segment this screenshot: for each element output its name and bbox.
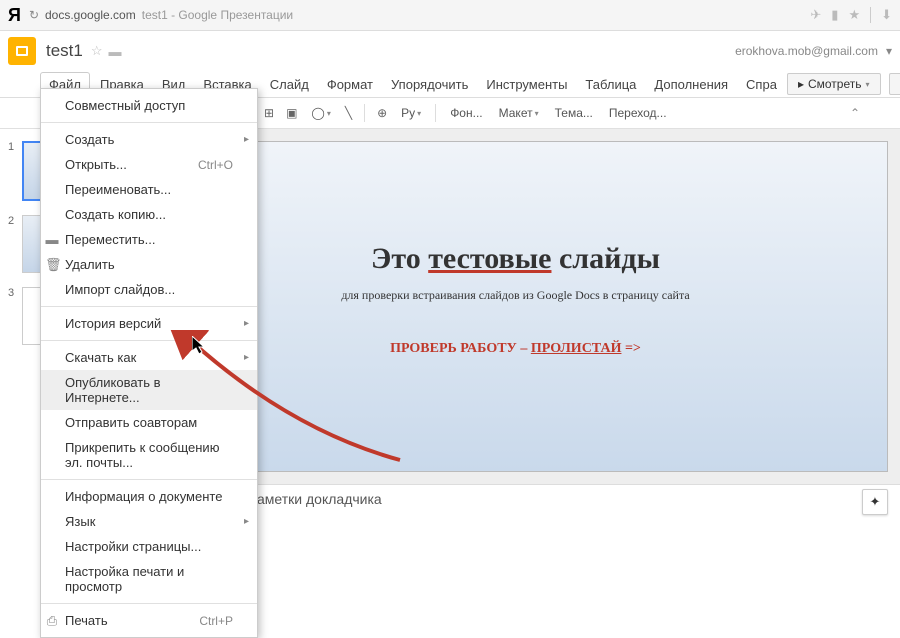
- layout-dropdown[interactable]: Макет▾: [493, 104, 545, 122]
- shape-dropdown[interactable]: ◯▾: [305, 104, 336, 122]
- dd-share[interactable]: Совместный доступ: [41, 93, 257, 118]
- url-title: test1 - Google Презентации: [142, 8, 293, 22]
- menu-arrange[interactable]: Упорядочить: [383, 73, 476, 96]
- app-header: test1 ☆ ▬ erokhova.mob@gmail.com ▾: [0, 31, 900, 71]
- trash-icon: 🗑: [45, 257, 59, 273]
- dd-rename[interactable]: Переименовать...: [41, 177, 257, 202]
- dd-open[interactable]: Открыть...Ctrl+O: [41, 152, 257, 177]
- dd-copy[interactable]: Создать копию...: [41, 202, 257, 227]
- present-button[interactable]: ▸Смотреть▾: [787, 73, 881, 95]
- dd-print[interactable]: ⎙ПечатьCtrl+P: [41, 608, 257, 633]
- user-email[interactable]: erokhova.mob@gmail.com: [735, 44, 878, 58]
- dd-history[interactable]: История версий▸: [41, 311, 257, 336]
- reload-icon[interactable]: ↻: [29, 8, 39, 22]
- dd-page-setup[interactable]: Настройки страницы...: [41, 534, 257, 559]
- menu-tools[interactable]: Инструменты: [478, 73, 575, 96]
- bookmark-star-icon[interactable]: ★: [848, 7, 860, 23]
- menu-table[interactable]: Таблица: [577, 73, 644, 96]
- dd-download[interactable]: Скачать как▸: [41, 345, 257, 370]
- browser-actions: ✈ ▮ ★ ⬇: [810, 7, 892, 23]
- print-icon: ⎙: [45, 613, 59, 629]
- lang-dropdown[interactable]: Ру▾: [395, 104, 427, 122]
- dd-move[interactable]: ▬Переместить...: [41, 227, 257, 252]
- menu-format[interactable]: Формат: [319, 73, 381, 96]
- slide-subtitle[interactable]: для проверки встраивания слайдов из Goog…: [341, 288, 689, 303]
- transition-dropdown[interactable]: Переход...: [603, 104, 673, 122]
- dd-doc-info[interactable]: Информация о документе: [41, 484, 257, 509]
- dd-send-collab[interactable]: Отправить соавторам: [41, 410, 257, 435]
- menu-addons[interactable]: Дополнения: [646, 73, 736, 96]
- slide-title[interactable]: Это тестовые слайды: [371, 242, 660, 276]
- dd-import[interactable]: Импорт слайдов...: [41, 277, 257, 302]
- url-domain: docs.google.com: [45, 8, 136, 22]
- send-icon[interactable]: ✈: [810, 7, 821, 23]
- chevron-right-icon: ▸: [244, 352, 249, 363]
- star-icon[interactable]: ☆: [91, 43, 103, 59]
- document-title[interactable]: test1: [46, 41, 83, 61]
- dd-publish[interactable]: Опубликовать в Интернете...: [41, 370, 257, 410]
- yandex-logo: Я: [8, 5, 21, 26]
- browser-bar: Я ↻ docs.google.com test1 - Google Презе…: [0, 0, 900, 31]
- dd-create[interactable]: Создать▸: [41, 127, 257, 152]
- lock-icon[interactable]: ▮: [831, 7, 838, 23]
- chevron-right-icon: ▸: [244, 516, 249, 527]
- plus-icon: ✦: [870, 494, 881, 510]
- menu-slide[interactable]: Слайд: [262, 73, 317, 96]
- line-icon[interactable]: ╲: [341, 104, 356, 122]
- slide-red-text[interactable]: ПРОВЕРЬ РАБОТУ – ПРОЛИСТАЙ =>: [390, 341, 641, 357]
- comments-button[interactable]: Комментарии: [889, 73, 900, 95]
- play-icon: ▸: [798, 77, 804, 91]
- account-dropdown-icon[interactable]: ▾: [886, 44, 892, 58]
- menu-help[interactable]: Спра: [738, 73, 785, 96]
- dd-language[interactable]: Язык▸: [41, 509, 257, 534]
- chevron-right-icon: ▸: [244, 318, 249, 329]
- dd-delete[interactable]: 🗑Удалить: [41, 252, 257, 277]
- theme-dropdown[interactable]: Тема...: [549, 104, 599, 122]
- chevron-right-icon: ▸: [244, 134, 249, 145]
- image-icon[interactable]: ▣: [282, 104, 301, 122]
- folder-icon: ▬: [45, 232, 59, 247]
- slides-app-icon[interactable]: [8, 37, 36, 65]
- background-dropdown[interactable]: Фон...: [444, 104, 488, 122]
- address-bar[interactable]: ↻ docs.google.com test1 - Google Презент…: [29, 8, 293, 22]
- explore-button[interactable]: ✦: [862, 489, 888, 515]
- folder-icon[interactable]: ▬: [109, 44, 122, 59]
- dd-attach-email[interactable]: Прикрепить к сообщению эл. почты...: [41, 435, 257, 475]
- collapse-toolbar-icon[interactable]: ⌃: [850, 106, 860, 120]
- download-icon[interactable]: ⬇: [881, 7, 892, 23]
- textbox-icon[interactable]: ⊞: [260, 104, 278, 122]
- file-dropdown-menu: Совместный доступ Создать▸ Открыть...Ctr…: [40, 88, 258, 638]
- add-box-icon[interactable]: ⊕: [373, 104, 391, 122]
- dd-print-setup[interactable]: Настройка печати и просмотр: [41, 559, 257, 599]
